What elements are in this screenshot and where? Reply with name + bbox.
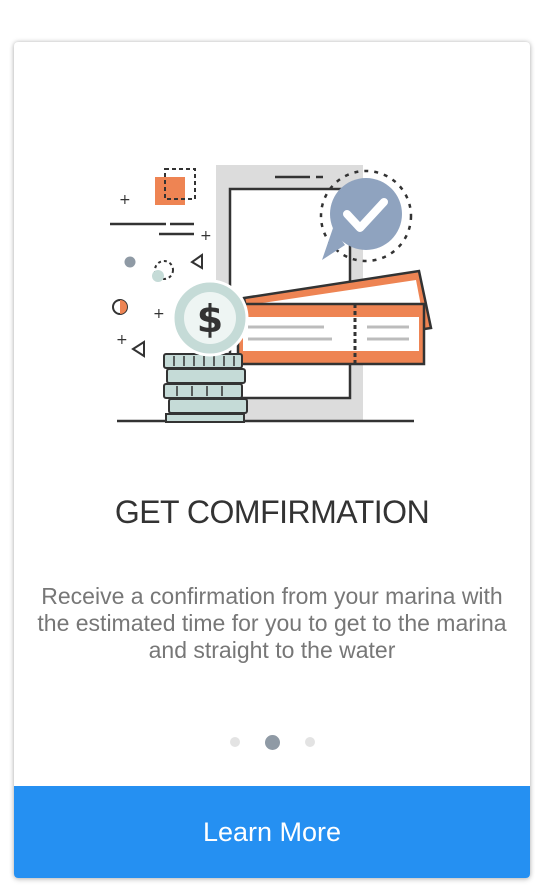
coin-stack-icon (163, 353, 248, 423)
svg-text:+: + (119, 192, 131, 208)
page-indicator (14, 732, 530, 752)
learn-more-button[interactable]: Learn More (14, 786, 530, 878)
svg-text:+: + (153, 306, 165, 322)
description-text: Receive a confirmation from your marina … (37, 583, 507, 663)
page-dot-3[interactable] (304, 737, 315, 747)
dollar-coin-icon: $ (171, 279, 249, 357)
svg-text:$: $ (197, 297, 223, 341)
svg-text:+: + (116, 332, 128, 348)
onboarding-card: + + + + $ GET COMFIRMATION Receive a con… (14, 42, 530, 878)
confirmation-illustration: + + + + $ (110, 165, 433, 423)
page-dot-1[interactable] (229, 737, 240, 747)
page-title: GET COMFIRMATION (114, 494, 430, 530)
page-dot-2-active[interactable] (264, 734, 280, 750)
svg-text:+: + (200, 228, 212, 244)
